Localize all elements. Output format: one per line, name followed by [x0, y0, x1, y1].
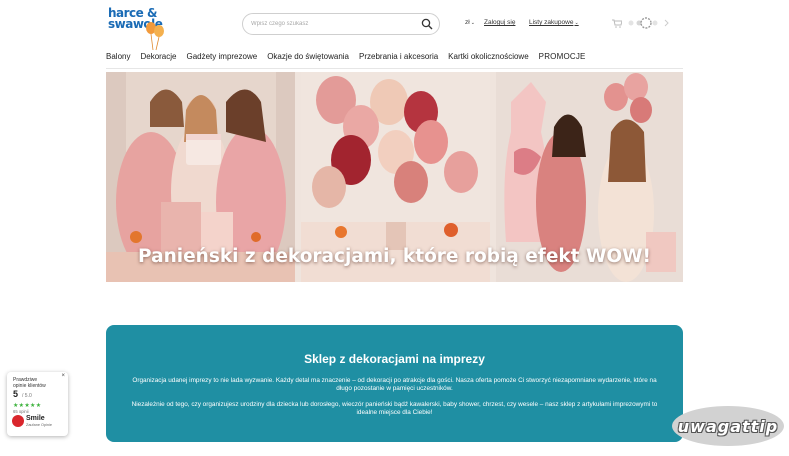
- section-paragraph-2: Niezależnie od tego, czy organizujesz ur…: [131, 401, 658, 416]
- about-shop-section: Sklep z dekoracjami na imprezy Organizac…: [106, 325, 683, 442]
- hero-title: Panieński z dekoracjami, które robią efe…: [138, 246, 651, 267]
- nav-item-promocje[interactable]: PROMOCJE: [539, 52, 586, 61]
- reviews-brand: Smile: [26, 415, 45, 422]
- nav-item-gadzety[interactable]: Gadżety imprezowe: [186, 52, 257, 61]
- reviews-brand-sub: Zaufane Opinie: [26, 423, 52, 427]
- reviews-widget-title: Prawdziwe opinie klientów: [13, 377, 46, 389]
- balloons-logo-icon: [146, 22, 164, 51]
- site-logo[interactable]: harce & swawole: [108, 6, 178, 51]
- nav-item-przebrania[interactable]: Przebrania i akcesoria: [359, 52, 438, 61]
- shopping-lists-label: Listy zakupowe: [529, 19, 574, 26]
- reviews-widget[interactable]: Prawdziwe opinie klientów × 5 / 5.0 ★★★★…: [7, 372, 68, 436]
- currency-selector[interactable]: zł⌄: [465, 19, 475, 26]
- cart-icon[interactable]: [612, 19, 622, 28]
- main-navigation: Balony Dekoracje Gadżety imprezowe Okazj…: [106, 52, 596, 61]
- rating-stars-icon: ★★★★★: [13, 403, 42, 409]
- chevron-down-icon: ⌄: [574, 20, 579, 26]
- nav-item-dekoracje[interactable]: Dekoracje: [140, 52, 176, 61]
- loading-spinner-icon: [628, 17, 669, 29]
- section-paragraph-1: Organizacja udanej imprezy to nie lada w…: [132, 377, 657, 392]
- reviews-count: 65 opinii: [13, 409, 29, 414]
- login-link[interactable]: Zaloguj się: [484, 19, 515, 26]
- smile-logo-icon: [12, 415, 24, 427]
- shopping-lists-link[interactable]: Listy zakupowe⌄: [529, 19, 579, 26]
- nav-divider: [106, 68, 683, 69]
- watermark-text: uwagattip: [677, 417, 779, 436]
- nav-item-balony[interactable]: Balony: [106, 52, 130, 61]
- nav-item-kartki[interactable]: Kartki okolicznościowe: [448, 52, 528, 61]
- section-heading: Sklep z dekoracjami na imprezy: [304, 352, 485, 366]
- search-input[interactable]: [251, 17, 416, 31]
- close-icon[interactable]: ×: [61, 373, 65, 379]
- search-bar[interactable]: [242, 13, 440, 35]
- watermark: uwagattip: [672, 406, 784, 446]
- reviews-score: 5: [13, 389, 19, 399]
- chevron-down-icon: ⌄: [470, 20, 475, 26]
- reviews-out-of: / 5.0: [22, 393, 32, 399]
- search-icon[interactable]: [421, 18, 433, 30]
- hero-banner[interactable]: Panieński z dekoracjami, które robią efe…: [106, 72, 683, 282]
- currency-label: zł: [465, 19, 470, 26]
- nav-item-okazje[interactable]: Okazje do świętowania: [267, 52, 349, 61]
